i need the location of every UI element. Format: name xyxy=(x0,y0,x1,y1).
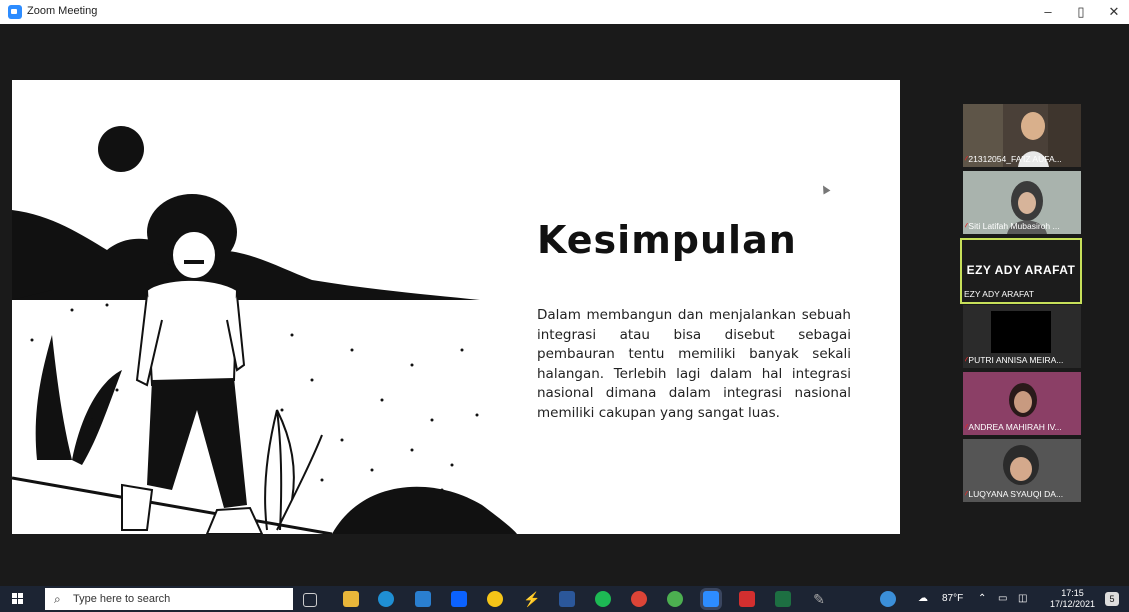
lightning-app-icon[interactable]: ⚡ xyxy=(523,591,540,607)
clock-date: 17/12/2021 xyxy=(1050,599,1096,609)
search-icon: ⌕ xyxy=(54,592,61,606)
mic-muted-icon: ⁄ xyxy=(965,154,967,164)
paint-icon[interactable]: ✎ xyxy=(811,591,827,607)
search-placeholder: Type here to search xyxy=(73,593,171,605)
participant-name: PUTRI ANNISA MEIRA... xyxy=(968,355,1064,365)
mic-muted-icon: ⁄ xyxy=(965,489,967,499)
slide-title: Kesimpulan xyxy=(537,218,797,262)
help-icon[interactable] xyxy=(880,591,896,607)
taskbar-search[interactable]: ⌕ Type here to search xyxy=(45,588,293,610)
start-button[interactable] xyxy=(12,593,24,605)
network-icon[interactable]: ▭ xyxy=(998,593,1007,604)
participant-tile[interactable]: ⁄ Siti Latifah Mubasiroh ... xyxy=(963,171,1081,234)
participant-tile-active-speaker[interactable]: EZY ADY ARAFAT EZY ADY ARAFAT xyxy=(960,238,1082,304)
participant-name: EZY ADY ARAFAT xyxy=(964,289,1034,299)
person-shoe-right xyxy=(205,506,264,534)
slide-body-text: Dalam membangun dan menjalankan sebuah i… xyxy=(537,307,851,421)
task-view-icon[interactable] xyxy=(303,593,317,607)
zoom-app-icon xyxy=(8,5,22,19)
participant-name: Siti Latifah Mubasiroh ... xyxy=(968,221,1060,231)
weather-icon[interactable]: ☁ xyxy=(918,593,928,604)
mic-muted-icon: ⁄ xyxy=(965,221,967,231)
excel-icon[interactable] xyxy=(775,591,791,607)
person-shoe-left xyxy=(121,483,154,531)
notification-center-icon[interactable]: 5 xyxy=(1105,592,1119,606)
chrome-alt-icon[interactable] xyxy=(667,591,683,607)
acrobat-icon[interactable] xyxy=(739,591,755,607)
window-title: Zoom Meeting xyxy=(27,5,98,17)
edge-browser-icon[interactable] xyxy=(378,591,394,607)
participant-tile[interactable]: ⁄ LUQYANA SYAUQI DA... xyxy=(963,439,1081,502)
person-pants xyxy=(147,378,247,508)
zoom-taskbar-icon[interactable] xyxy=(703,591,719,607)
chevron-up-icon[interactable]: ⌃ xyxy=(978,593,986,604)
file-explorer-icon[interactable] xyxy=(343,591,359,607)
shared-screen-slide: Kesimpulan Dalam membangun dan menjalank… xyxy=(12,80,900,534)
participant-tile[interactable]: ⁄ 21312054_FA'IZ AUFA... xyxy=(963,104,1081,167)
window-titlebar: Zoom Meeting – ▯ ✕ xyxy=(0,0,1129,24)
dropbox-icon[interactable] xyxy=(451,591,467,607)
plant-left xyxy=(35,335,72,460)
person-face xyxy=(171,230,217,280)
plant-right xyxy=(264,409,283,531)
participant-tile[interactable]: ⁄ ANDREA MAHIRAH IV... xyxy=(963,372,1081,435)
person-shirt xyxy=(145,278,239,387)
meeting-stage: Kesimpulan Dalam membangun dan menjalank… xyxy=(0,24,1129,586)
spotify-icon[interactable] xyxy=(595,591,611,607)
participant-name: ANDREA MAHIRAH IV... xyxy=(968,422,1062,432)
word-icon[interactable] xyxy=(559,591,575,607)
mail-icon[interactable] xyxy=(415,591,431,607)
chrome-icon[interactable] xyxy=(631,591,647,607)
app-icon[interactable] xyxy=(487,591,503,607)
participant-tile[interactable]: ⁄ PUTRI ANNISA MEIRA... xyxy=(963,305,1081,368)
taskbar-clock[interactable]: 17:15 17/12/2021 xyxy=(1050,588,1095,610)
participant-video-off xyxy=(991,311,1051,353)
mountain-shape xyxy=(12,210,480,300)
participant-name: 21312054_FA'IZ AUFA... xyxy=(968,154,1062,164)
volume-icon[interactable]: ◫ xyxy=(1018,593,1027,604)
close-button[interactable]: ✕ xyxy=(1099,2,1129,22)
sun-circle xyxy=(98,126,144,172)
participant-name: LUQYANA SYAUQI DA... xyxy=(968,489,1064,499)
participant-display-name: EZY ADY ARAFAT xyxy=(966,263,1076,277)
minimize-button[interactable]: – xyxy=(1033,2,1063,22)
mic-muted-icon: ⁄ xyxy=(965,355,967,365)
windows-taskbar: ⌕ Type here to search ⚡ ✎ ☁ 87°F ⌃ ▭ ◫ 1… xyxy=(0,586,1129,612)
clock-time: 17:15 xyxy=(1061,588,1084,598)
hill-shape xyxy=(332,486,517,534)
restore-button[interactable]: ▯ xyxy=(1066,2,1096,22)
mic-muted-icon: ⁄ xyxy=(965,422,967,432)
weather-temp: 87°F xyxy=(942,593,964,604)
